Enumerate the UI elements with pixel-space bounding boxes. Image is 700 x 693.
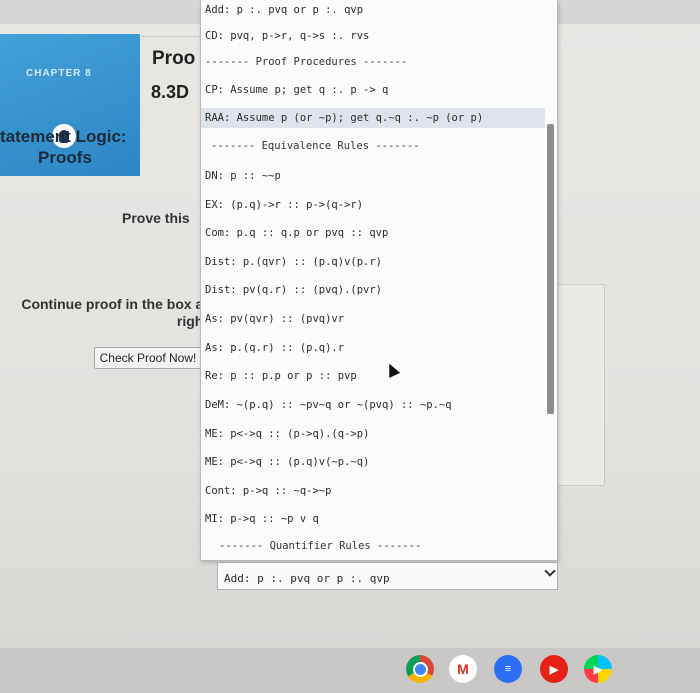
docs-icon[interactable]: ≡ — [494, 655, 522, 683]
dropdown-separator: ------- Equivalence Rules ------- — [211, 140, 420, 152]
chapter-label: CHAPTER 8 — [26, 68, 92, 79]
gmail-icon[interactable]: M — [449, 655, 477, 683]
dropdown-option[interactable]: As: p.(q.r) :: (p.q).r — [201, 338, 545, 358]
dropdown-option[interactable]: ME: p<->q :: (p->q).(q->p) — [201, 424, 545, 444]
chevron-down-icon[interactable] — [544, 565, 556, 577]
dropdown-option[interactable]: CP: Assume p; get q :. p -> q — [201, 80, 545, 100]
dropdown-option[interactable]: Dist: p.(qvr) :: (p.q)v(p.r) — [201, 252, 545, 272]
dropdown-scrollbar[interactable] — [547, 124, 554, 414]
dropdown-option[interactable]: As: pv(qvr) :: (pvq)vr — [201, 309, 545, 329]
continue-line1: Continue proof in the box at — [21, 296, 208, 312]
dropdown-option-selected[interactable]: RAA: Assume p (or ~p); get q.~q :. ~p (o… — [201, 108, 545, 128]
dropdown-option[interactable]: DeM: ~(p.q) :: ~pv~q or ~(pvq) :: ~p.~q — [201, 395, 545, 415]
prove-this-label: Prove this — [122, 210, 190, 226]
rule-select-value: Add: p :. pvq or p :. qvp — [224, 572, 390, 585]
continue-proof-label: Continue proof in the box at right — [8, 296, 208, 330]
youtube-icon[interactable]: ▶ — [540, 655, 568, 683]
dropdown-option[interactable]: EX: (p.q)->r :: p->(q->r) — [201, 195, 545, 215]
chapter-title-line2: Proofs — [38, 148, 92, 167]
dropdown-option[interactable]: Add: p :. pvq or p :. qvp — [201, 0, 545, 20]
dropdown-option[interactable]: ME: p<->q :: (p.q)v(~p.~q) — [201, 452, 545, 472]
section-number: 8.3D — [151, 82, 190, 102]
chapter-title-line1: tatement Logic: — [0, 127, 127, 146]
dropdown-separator: ------- Quantifier Rules ------- — [219, 540, 422, 552]
dropdown-option[interactable]: Re: p :: p.p or p :: pvp — [201, 366, 545, 386]
check-proof-button[interactable]: Check Proof Now! — [94, 347, 202, 369]
chapter-title: tatement Logic: Proofs — [0, 126, 140, 168]
chrome-icon[interactable] — [406, 655, 434, 683]
dropdown-option[interactable]: DN: p :: ~~p — [201, 166, 545, 186]
dropdown-option[interactable]: Dist: pv(q.r) :: (pvq).(pvr) — [201, 280, 545, 300]
dropdown-separator: ------- Proof Procedures ------- — [205, 56, 408, 68]
dropdown-option[interactable]: Com: p.q :: q.p or pvq :: qvp — [201, 223, 545, 243]
play-store-icon[interactable]: ▶ — [584, 655, 612, 683]
page-title-fragment: Proo — [152, 48, 196, 69]
dropdown-option[interactable]: CD: pvq, p->r, q->s :. rvs — [201, 26, 545, 46]
rule-select[interactable]: Add: p :. pvq or p :. qvp — [217, 562, 558, 590]
dropdown-option[interactable]: Cont: p->q :: ~q->~p — [201, 481, 545, 501]
rule-dropdown-list[interactable]: Add: p :. pvq or p :. qvp CD: pvq, p->r,… — [200, 0, 558, 561]
dropdown-option[interactable]: MI: p->q :: ~p v q — [201, 509, 545, 529]
